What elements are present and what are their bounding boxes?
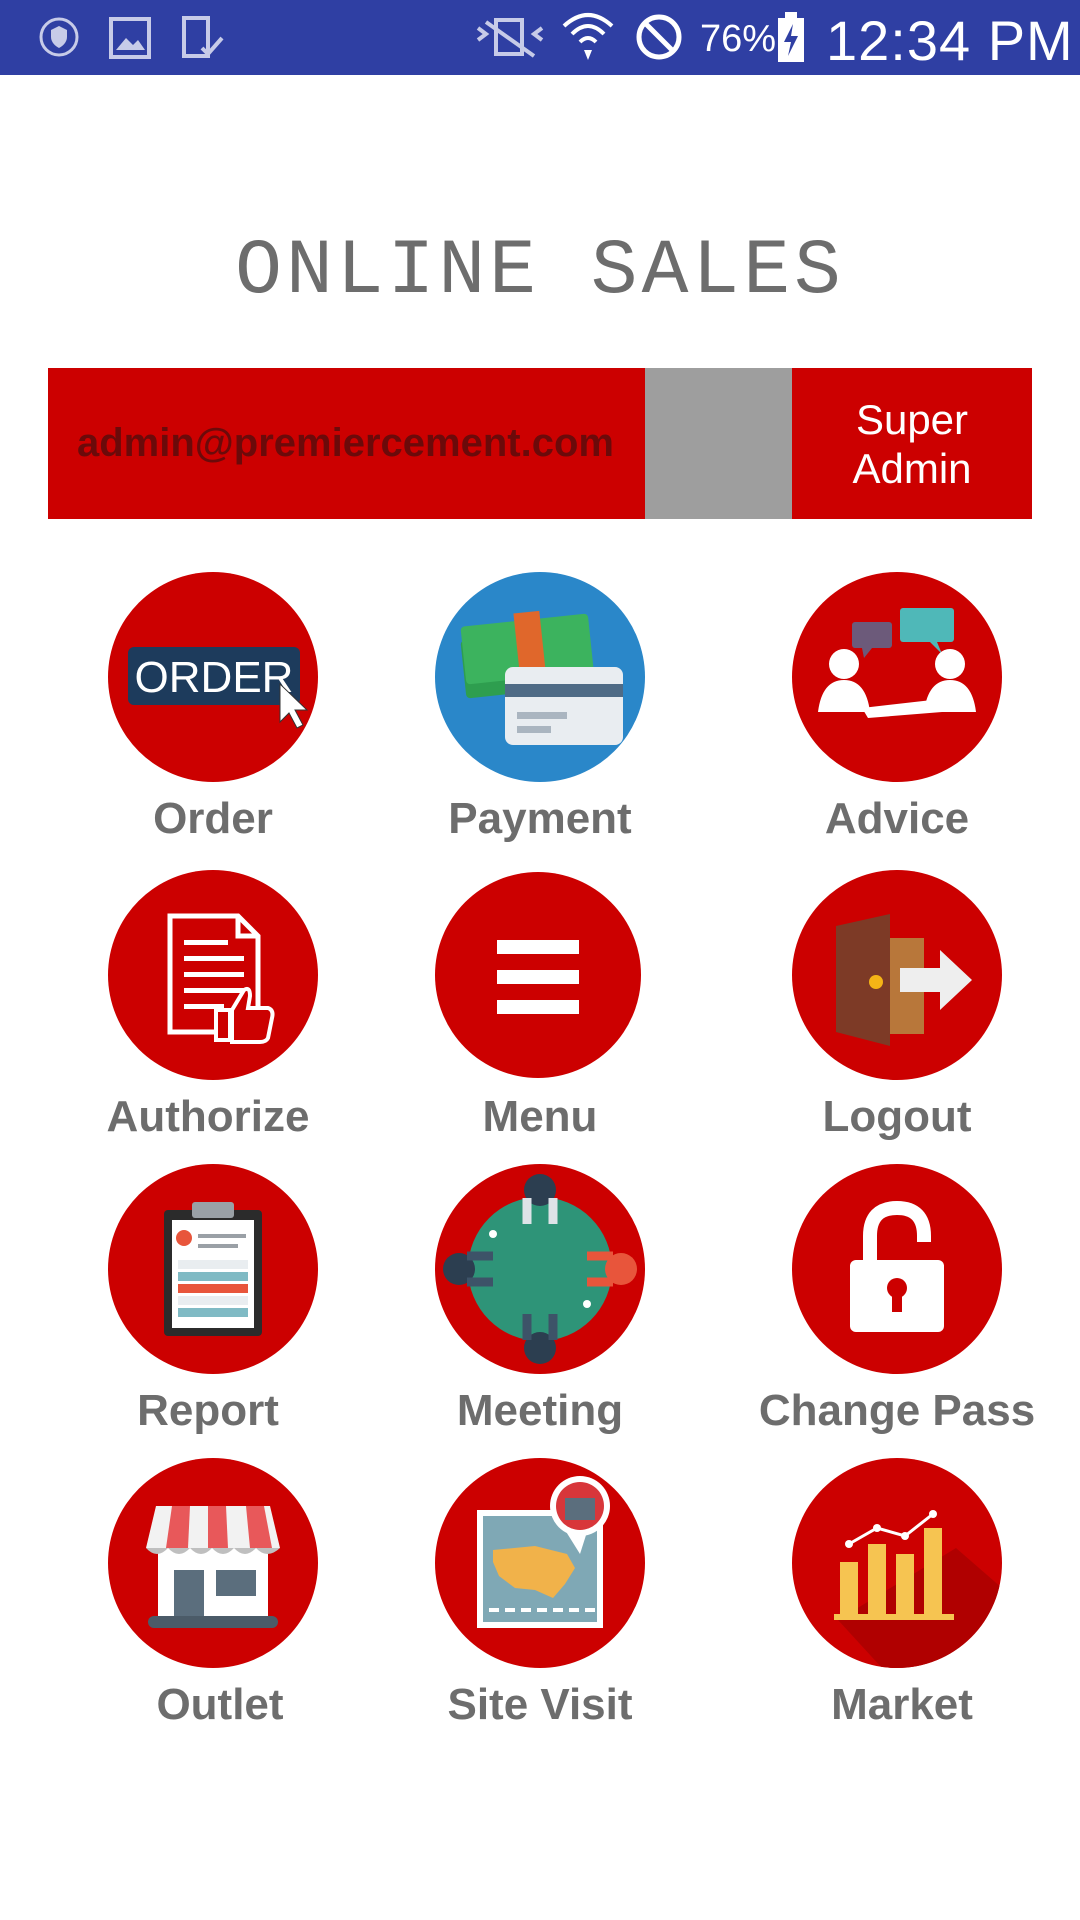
user-bar-divider	[645, 368, 792, 519]
tile-label: Order	[153, 794, 273, 843]
clock: 12:34 PM	[826, 9, 1074, 72]
logout-icon	[792, 870, 1002, 1080]
shield-icon	[38, 16, 80, 63]
tile-label: Logout	[822, 1092, 972, 1141]
wifi-icon	[560, 8, 616, 69]
tile-menu[interactable]: Menu	[390, 870, 690, 1160]
order-icon-text: ORDER	[135, 653, 294, 702]
tile-label: Change Pass	[758, 1386, 1036, 1435]
tile-label: Menu	[482, 1092, 598, 1141]
payment-icon	[435, 572, 645, 782]
market-chart-icon	[792, 1458, 1002, 1668]
order-icon: ORDER	[108, 572, 318, 782]
unlock-icon	[792, 1164, 1002, 1374]
user-email: admin@premiercement.com	[48, 368, 645, 519]
tile-label: Advice	[824, 794, 970, 843]
tile-meeting[interactable]: Meeting	[390, 1164, 690, 1454]
tile-label: Meeting	[456, 1386, 624, 1435]
tile-advice[interactable]: Advice	[747, 572, 1047, 862]
battery-charging-icon	[776, 10, 806, 69]
tile-outlet[interactable]: Outlet	[70, 1458, 370, 1748]
menu-icon	[435, 872, 641, 1078]
tile-report[interactable]: Report	[58, 1164, 358, 1454]
tile-label: Site Visit	[447, 1680, 633, 1729]
user-role: Super Admin	[792, 368, 1032, 519]
battery-percentage: 76%	[700, 18, 777, 60]
advice-icon	[792, 572, 1002, 782]
do-not-disturb-icon	[634, 12, 684, 67]
tile-label: Payment	[448, 794, 632, 843]
tile-change-pass[interactable]: Change Pass	[747, 1164, 1047, 1454]
tile-authorize[interactable]: Authorize	[58, 870, 358, 1160]
authorize-icon	[108, 870, 318, 1080]
status-bar: 76% 12:34 PM	[0, 0, 1080, 75]
tile-label: Outlet	[156, 1680, 284, 1729]
tile-label: Market	[831, 1680, 973, 1729]
tile-order[interactable]: ORDER Order	[63, 572, 363, 862]
site-visit-map-icon	[435, 1458, 645, 1668]
outlet-icon	[108, 1458, 318, 1668]
tile-label: Authorize	[106, 1092, 310, 1141]
vibrate-mute-icon	[474, 14, 546, 65]
user-bar: admin@premiercement.com Super Admin	[48, 368, 1032, 519]
tile-site-visit[interactable]: Site Visit	[390, 1458, 690, 1748]
report-icon	[108, 1164, 318, 1374]
tile-logout[interactable]: Logout	[747, 870, 1047, 1160]
page-title: ONLINE SALES	[235, 228, 845, 316]
tile-payment[interactable]: Payment	[390, 572, 690, 862]
tile-market[interactable]: Market	[752, 1458, 1052, 1748]
meeting-icon	[435, 1164, 645, 1374]
tablet-check-icon	[180, 14, 226, 67]
tile-label: Report	[137, 1386, 279, 1435]
image-icon	[108, 16, 152, 65]
